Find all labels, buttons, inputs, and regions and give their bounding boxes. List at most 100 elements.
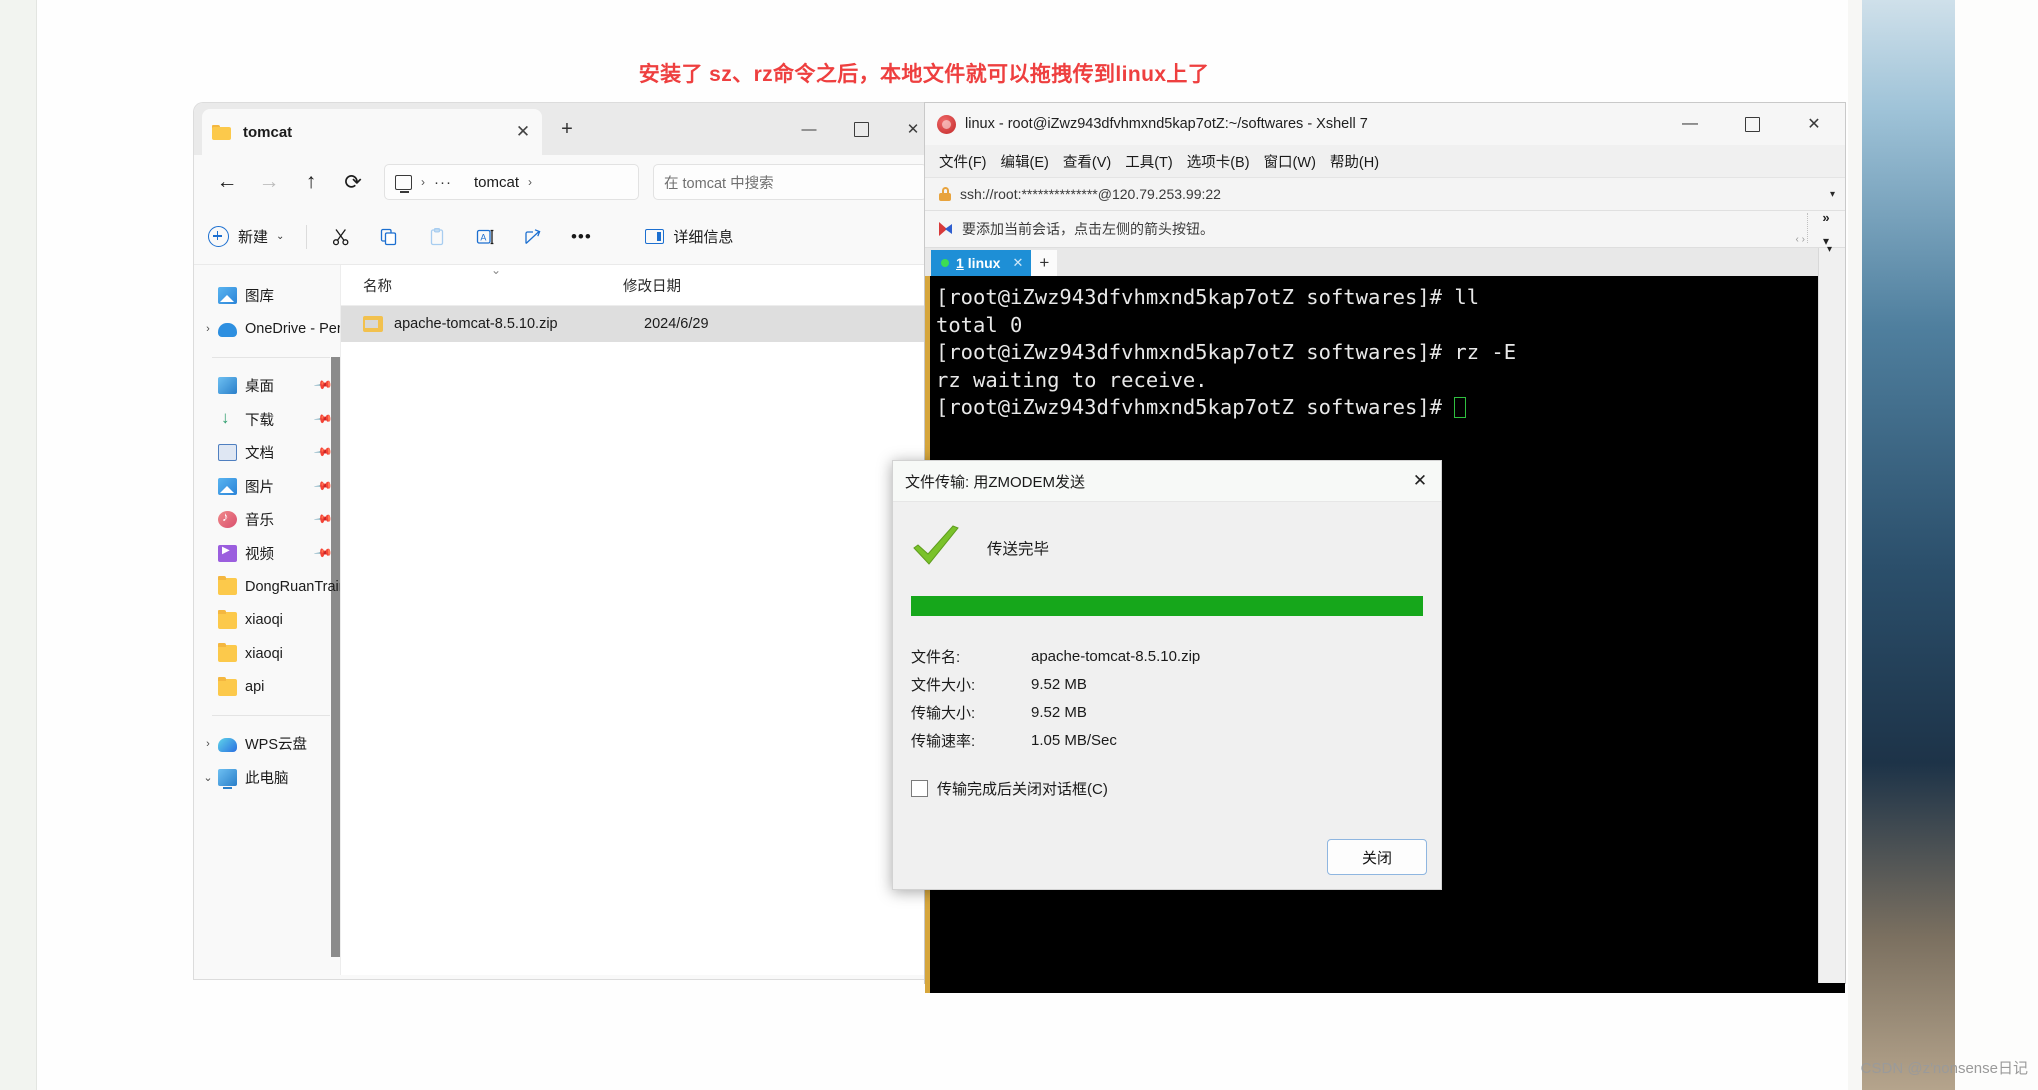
back-button[interactable]: ← — [206, 165, 248, 199]
xshell-close-button[interactable]: ✕ — [1783, 103, 1845, 145]
sidebar-item--[interactable]: 下载📌 — [194, 403, 340, 437]
rename-button[interactable]: A — [461, 219, 509, 255]
close-tab-icon[interactable]: ✕ — [514, 123, 532, 141]
close-on-complete-checkbox[interactable] — [911, 780, 928, 797]
xshell-logo-icon — [937, 115, 956, 134]
close-on-complete-checkbox-row[interactable]: 传输完成后关闭对话框(C) — [911, 778, 1441, 799]
new-button-label: 新建 — [238, 226, 268, 247]
details-pane-button[interactable]: 详细信息 — [645, 226, 733, 247]
chevron-down-icon-3[interactable]: ▾ — [1827, 244, 1832, 255]
sidebar-item--[interactable]: 桌面📌 — [194, 369, 340, 403]
xshell-maximize-button[interactable] — [1721, 103, 1783, 145]
maximize-icon — [854, 122, 869, 137]
pin-icon[interactable]: 📌 — [313, 475, 333, 495]
refresh-button[interactable]: ⟳ — [332, 165, 374, 199]
menu-查看V[interactable]: 查看(V) — [1063, 151, 1111, 172]
folder-icon — [218, 645, 237, 662]
xshell-session-hint: 要添加当前会话，点击左侧的箭头按钮。 » ▾ ‹ › — [925, 211, 1845, 248]
column-header-name[interactable]: 名称 — [341, 275, 623, 296]
sidebar-item-api[interactable]: api — [194, 671, 340, 705]
new-button[interactable]: 新建 ⌄ — [208, 226, 296, 247]
pin-icon[interactable]: 📌 — [313, 375, 333, 395]
detail-label: 文件大小: — [911, 674, 1031, 695]
sidebar-item-label: 图库 — [245, 285, 274, 306]
sidebar-item-dongruantrain2[interactable]: DongRuanTrain2 — [194, 570, 340, 604]
table-row[interactable]: apache-tomcat-8.5.10.zip 2024/6/29 — [341, 306, 939, 342]
menu-编辑E[interactable]: 编辑(E) — [1001, 151, 1049, 172]
pin-icon[interactable]: 📌 — [313, 408, 333, 428]
sidebar-item-label: DongRuanTrain2 — [245, 579, 340, 595]
file-transfer-dialog: 文件传输: 用ZMODEM发送 ✕ 传送完毕 文件名:apache-tomcat… — [892, 460, 1442, 890]
xshell-tab-linux[interactable]: 1 linux ✕ — [931, 250, 1031, 276]
this-pc-icon — [218, 769, 237, 786]
sidebar-item-xiaoqi[interactable]: xiaoqi — [194, 604, 340, 638]
chevron-right-icon[interactable]: › — [198, 738, 218, 750]
sidebar-item--[interactable]: 音乐📌 — [194, 503, 340, 537]
sidebar-item--[interactable]: 图库 — [194, 279, 340, 313]
paste-button[interactable] — [413, 219, 461, 255]
progress-bar-track — [911, 596, 1423, 616]
breadcrumb-current[interactable]: tomcat — [474, 174, 519, 191]
sidebar-item-wps-[interactable]: › WPS云盘 — [194, 727, 340, 761]
page-headline: 安装了 sz、rz命令之后，本地文件就可以拖拽传到linux上了 — [0, 58, 1848, 88]
xshell-new-tab-button[interactable]: + — [1031, 250, 1057, 276]
expand-icon[interactable]: » — [1822, 210, 1829, 225]
detail-value: 9.52 MB — [1031, 704, 1087, 721]
forward-button[interactable]: → — [248, 165, 290, 199]
more-options-button[interactable]: ••• — [557, 219, 605, 255]
sidebar-item--[interactable]: ⌄此电脑 — [194, 761, 340, 795]
sidebar-item-label: WPS云盘 — [245, 733, 307, 754]
cut-button[interactable] — [317, 219, 365, 255]
pin-icon[interactable]: 📌 — [313, 542, 333, 562]
chevron-right-icon[interactable]: › — [198, 323, 218, 335]
dialog-footer: 关闭 — [1327, 839, 1427, 875]
terminal-cursor — [1454, 397, 1466, 418]
sidebar-item--[interactable]: 文档📌 — [194, 436, 340, 470]
pin-icon[interactable]: 📌 — [313, 509, 333, 529]
search-input[interactable]: 在 tomcat 中搜索 — [653, 164, 927, 200]
sidebar-item--[interactable]: 图片📌 — [194, 470, 340, 504]
sidebar-item-onedrive-personal[interactable]: ›OneDrive - Personal — [194, 313, 340, 347]
transfer-detail-row: 文件名:apache-tomcat-8.5.10.zip — [911, 642, 1441, 670]
chevron-down-icon[interactable]: ▾ — [1830, 189, 1835, 200]
close-tab-icon[interactable]: ✕ — [1012, 255, 1023, 271]
share-button[interactable] — [509, 219, 557, 255]
menu-文件F[interactable]: 文件(F) — [939, 151, 987, 172]
xshell-hint-text: 要添加当前会话，点击左侧的箭头按钮。 — [962, 219, 1214, 239]
close-dialog-button[interactable]: 关闭 — [1327, 839, 1427, 875]
explorer-address-bar: ← → ↑ ⟳ › ··· · tomcat › 在 tomcat 中搜索 — [194, 155, 939, 209]
sidebar-item-xiaoqi[interactable]: xiaoqi — [194, 637, 340, 671]
xshell-tab-label: linux — [968, 255, 1001, 271]
chevron-down-icon[interactable]: ⌄ — [198, 771, 218, 784]
up-button[interactable]: ↑ — [290, 165, 332, 199]
pin-icon[interactable]: 📌 — [313, 442, 333, 462]
xshell-tab-index: 1 — [956, 255, 964, 271]
menu-帮助H[interactable]: 帮助(H) — [1330, 151, 1379, 172]
gallery-icon — [218, 287, 237, 304]
transfer-detail-row: 传输速率:1.05 MB/Sec — [911, 726, 1441, 754]
close-icon[interactable]: ✕ — [1409, 470, 1431, 492]
download-icon — [218, 411, 237, 428]
transfer-detail-row: 文件大小:9.52 MB — [911, 670, 1441, 698]
document-icon — [218, 444, 237, 461]
desktop-icon — [218, 377, 237, 394]
progress-bar-fill — [911, 596, 1423, 616]
maximize-button[interactable] — [835, 103, 887, 155]
xshell-minimize-button[interactable]: — — [1659, 103, 1721, 145]
breadcrumb-overflow[interactable]: ··· — [434, 174, 452, 191]
page-left-margin — [0, 0, 37, 1090]
breadcrumb[interactable]: › ··· · tomcat › — [384, 164, 639, 200]
copy-button[interactable] — [365, 219, 413, 255]
explorer-tab-tomcat[interactable]: tomcat ✕ — [202, 109, 542, 155]
hint-nav-arrows[interactable]: ‹ › — [1796, 234, 1805, 245]
new-tab-button[interactable]: + — [554, 117, 580, 143]
menu-工具T[interactable]: 工具(T) — [1125, 151, 1173, 172]
terminal-line: [root@iZwz943dfvhmxnd5kap7otZ softwares]… — [936, 394, 1845, 422]
file-date: 2024/6/29 — [644, 316, 709, 332]
menu-选项卡B[interactable]: 选项卡(B) — [1187, 151, 1250, 172]
minimize-button[interactable]: — — [783, 103, 835, 155]
column-header-date[interactable]: 修改日期 — [623, 275, 773, 296]
xshell-address-bar[interactable]: ssh://root:**************@120.79.253.99:… — [925, 177, 1845, 211]
menu-窗口W[interactable]: 窗口(W) — [1264, 151, 1316, 172]
sidebar-item--[interactable]: 视频📌 — [194, 537, 340, 571]
